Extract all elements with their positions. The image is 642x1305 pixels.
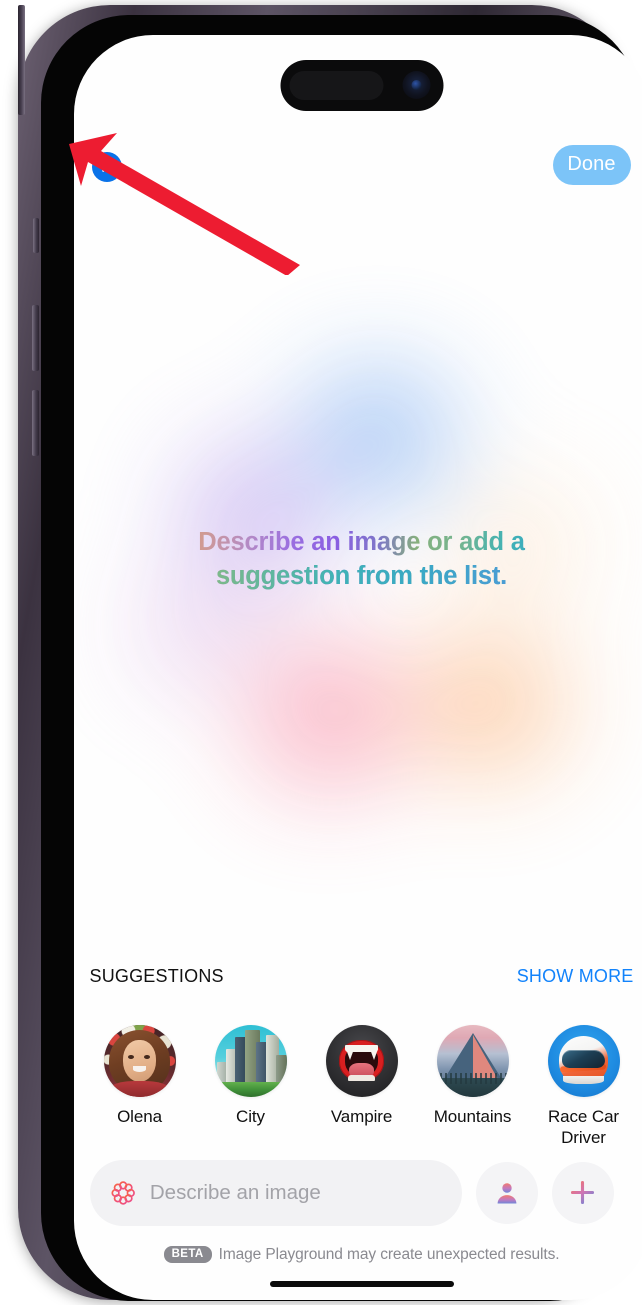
plus-icon <box>570 1180 595 1205</box>
power-button[interactable] <box>18 5 25 115</box>
silent-switch[interactable] <box>33 218 39 253</box>
describe-image-input[interactable] <box>149 1180 442 1205</box>
close-button[interactable] <box>91 151 122 182</box>
prompt-line-1: Describe an image or add a <box>198 527 525 556</box>
dynamic-island <box>280 59 443 111</box>
earpiece-speaker <box>289 70 383 100</box>
apple-intelligence-icon <box>110 1180 135 1205</box>
device-screen: Done Describe an image or add a suggesti… <box>73 34 642 1300</box>
home-indicator[interactable] <box>269 1280 454 1287</box>
close-icon <box>101 161 112 172</box>
racing-helmet-thumbnail-icon <box>547 1024 620 1097</box>
show-more-button[interactable]: SHOW MORE <box>517 966 634 987</box>
composer-row <box>89 1157 634 1229</box>
device-bezel: Done Describe an image or add a suggesti… <box>40 14 642 1301</box>
suggestion-list: Olena City Vampire Mountains Race Car Dr… <box>90 1024 634 1155</box>
suggestions-header: SUGGESTIONS SHOW MORE <box>90 964 634 990</box>
done-button[interactable]: Done <box>552 144 631 185</box>
suggestion-item-vampire[interactable]: Vampire <box>312 1024 412 1155</box>
suggestion-label: Race Car Driver <box>547 1106 619 1147</box>
cityscape-thumbnail-icon <box>214 1024 287 1097</box>
blob-pink-layer <box>162 554 493 875</box>
suggestion-item-city[interactable]: City <box>201 1024 301 1155</box>
volume-up-button[interactable] <box>32 305 39 371</box>
person-button[interactable] <box>475 1161 538 1224</box>
blob-purple-layer <box>102 364 403 665</box>
add-button[interactable] <box>551 1161 614 1224</box>
beta-disclaimer-row: BETA Image Playground may create unexpec… <box>90 1243 634 1267</box>
person-icon <box>497 1182 516 1203</box>
vampire-mouth-thumbnail-icon <box>325 1024 398 1097</box>
suggestion-item-race-car-driver[interactable]: Race Car Driver <box>534 1024 634 1155</box>
portrait-thumbnail-icon <box>103 1024 176 1097</box>
device-frame: Done Describe an image or add a suggesti… <box>18 5 642 1301</box>
suggestion-label: Olena <box>117 1106 162 1126</box>
prompt-line-2: suggestion from the list. <box>122 559 602 593</box>
front-camera-icon <box>402 70 430 99</box>
suggestions-title: SUGGESTIONS <box>89 966 224 986</box>
suggestion-label: Mountains <box>433 1106 512 1126</box>
empty-state-prompt: Describe an image or add a suggestion fr… <box>122 525 602 593</box>
beta-badge: BETA <box>163 1246 212 1263</box>
suggestion-label: Vampire <box>330 1106 393 1126</box>
disclaimer-text: Image Playground may create unexpected r… <box>218 1245 560 1263</box>
suggestion-item-olena[interactable]: Olena <box>90 1024 190 1155</box>
suggestion-item-mountains[interactable]: Mountains <box>423 1024 523 1155</box>
suggestion-label: City <box>236 1106 265 1126</box>
volume-down-button[interactable] <box>32 390 39 456</box>
mountain-thumbnail-icon <box>436 1024 509 1097</box>
blob-orange-layer <box>327 554 642 855</box>
describe-image-field[interactable] <box>89 1159 462 1226</box>
